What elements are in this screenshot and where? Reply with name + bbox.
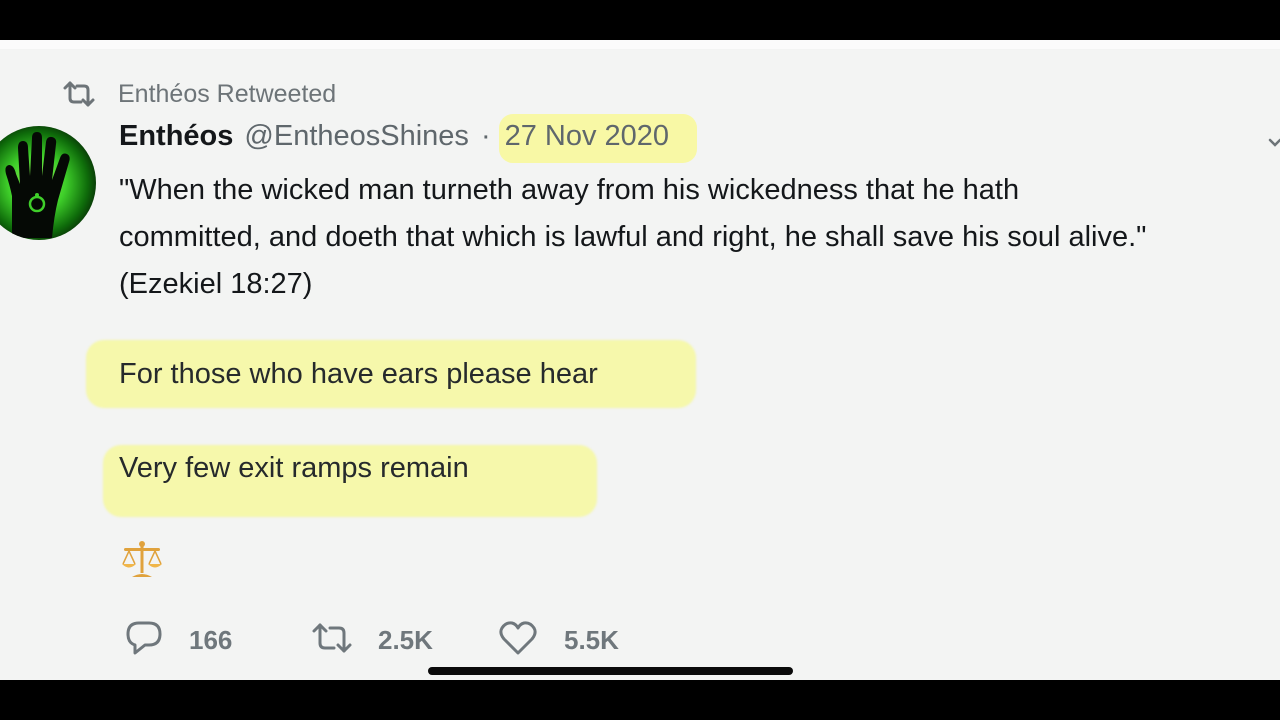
retweet-count: 2.5K [378, 624, 433, 655]
tweet-text-line-1: "When the wicked man turneth away from h… [119, 174, 1020, 206]
tweet-text-hear: For those who have ears please hear [119, 358, 598, 390]
tweet-screen: Enthéos Retweeted Enthéos @EntheosShines… [0, 40, 1280, 680]
tweet-text-line-2: committed, and doeth that which is lawfu… [119, 221, 1147, 253]
top-divider [0, 40, 1280, 49]
reply-count: 166 [189, 624, 233, 655]
tweet-date[interactable]: 27 Nov 2020 [498, 114, 698, 163]
home-indicator[interactable] [428, 667, 793, 675]
retweet-icon [311, 621, 353, 660]
separator-dot: · [480, 120, 491, 152]
retweet-indicator[interactable]: Enthéos Retweeted [62, 78, 336, 110]
reply-button[interactable]: 166 [125, 618, 232, 662]
balance-scale-icon [120, 540, 164, 585]
tweet-header: Enthéos @EntheosShines · 27 Nov 2020 [119, 114, 698, 164]
hand-silhouette [5, 132, 70, 238]
retweet-icon [62, 80, 96, 108]
like-button[interactable]: 5.5K [498, 618, 619, 662]
retweet-button[interactable]: 2.5K [311, 618, 433, 662]
reply-icon [125, 619, 163, 662]
avatar[interactable] [0, 126, 96, 240]
like-count: 5.5K [564, 624, 619, 655]
tweet-text-line-3: (Ezekiel 18:27) [119, 268, 313, 300]
chevron-down-icon[interactable] [1268, 136, 1280, 154]
tweet-text-exit: Very few exit ramps remain [119, 452, 469, 484]
heart-icon [498, 620, 538, 661]
tweet-text: "When the wicked man turneth away from h… [119, 167, 1280, 308]
display-name[interactable]: Enthéos [119, 120, 233, 153]
retweeted-label: Enthéos Retweeted [118, 79, 337, 108]
user-handle[interactable]: @EntheosShines [244, 120, 469, 153]
